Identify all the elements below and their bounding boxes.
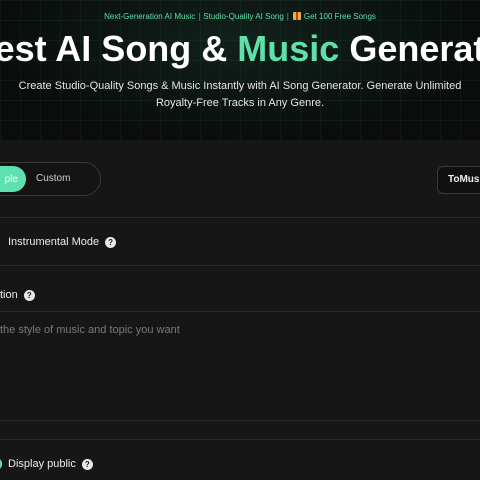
badge-text-2: Studio-Quality AI Song: [203, 12, 284, 21]
hero-section: Next-Generation AI Music | Studio-Quality …: [0, 0, 480, 140]
mode-toggle: ple Custom: [0, 162, 101, 196]
page-title: est AI Song & Music Generat: [0, 28, 480, 70]
mode-custom-button[interactable]: Custom: [36, 166, 70, 192]
badge-text-3: Get 100 Free Songs: [303, 12, 376, 21]
badge-separator: |: [198, 12, 201, 21]
help-icon[interactable]: ?: [23, 289, 35, 301]
promo-badge-line: Next-Generation AI Music | Studio-Quality …: [0, 12, 480, 21]
divider: [0, 420, 480, 421]
divider: [0, 439, 480, 440]
model-select[interactable]: ToMusi: [437, 166, 480, 194]
help-icon[interactable]: ?: [81, 458, 93, 470]
display-public-switch[interactable]: [0, 459, 2, 469]
description-row: tion ?: [0, 287, 35, 303]
help-icon[interactable]: ?: [105, 236, 117, 248]
gift-icon: [292, 12, 301, 20]
instrumental-mode-row[interactable]: Instrumental Mode ?: [8, 234, 117, 250]
description-textarea[interactable]: the style of music and topic you want: [0, 312, 480, 420]
subtitle-line-2: Royalty-Free Tracks in Any Genre.: [155, 97, 325, 109]
subtitle-line-1: Create Studio-Quality Songs & Music Inst…: [18, 80, 462, 92]
instrumental-mode-label: Instrumental Mode: [8, 236, 100, 248]
generator-panel: ple Custom ToMusi Instrumental Mode ? ti…: [0, 140, 480, 480]
divider: [0, 265, 480, 266]
divider: [0, 217, 480, 218]
display-public-label: Display public: [8, 458, 76, 470]
mode-simple-button[interactable]: ple: [0, 166, 26, 192]
title-text-accent: Music: [237, 28, 340, 69]
badge-text-1: Next-Generation AI Music: [104, 12, 196, 21]
title-text-end: Generat: [339, 28, 480, 69]
badge-separator: |: [286, 12, 289, 21]
title-text-start: est AI Song &: [0, 28, 238, 69]
display-public-row: Display public ?: [8, 456, 93, 472]
description-placeholder: the style of music and topic you want: [0, 324, 180, 336]
page-subtitle: Create Studio-Quality Songs & Music Inst…: [0, 78, 480, 112]
description-label: tion: [0, 289, 18, 301]
